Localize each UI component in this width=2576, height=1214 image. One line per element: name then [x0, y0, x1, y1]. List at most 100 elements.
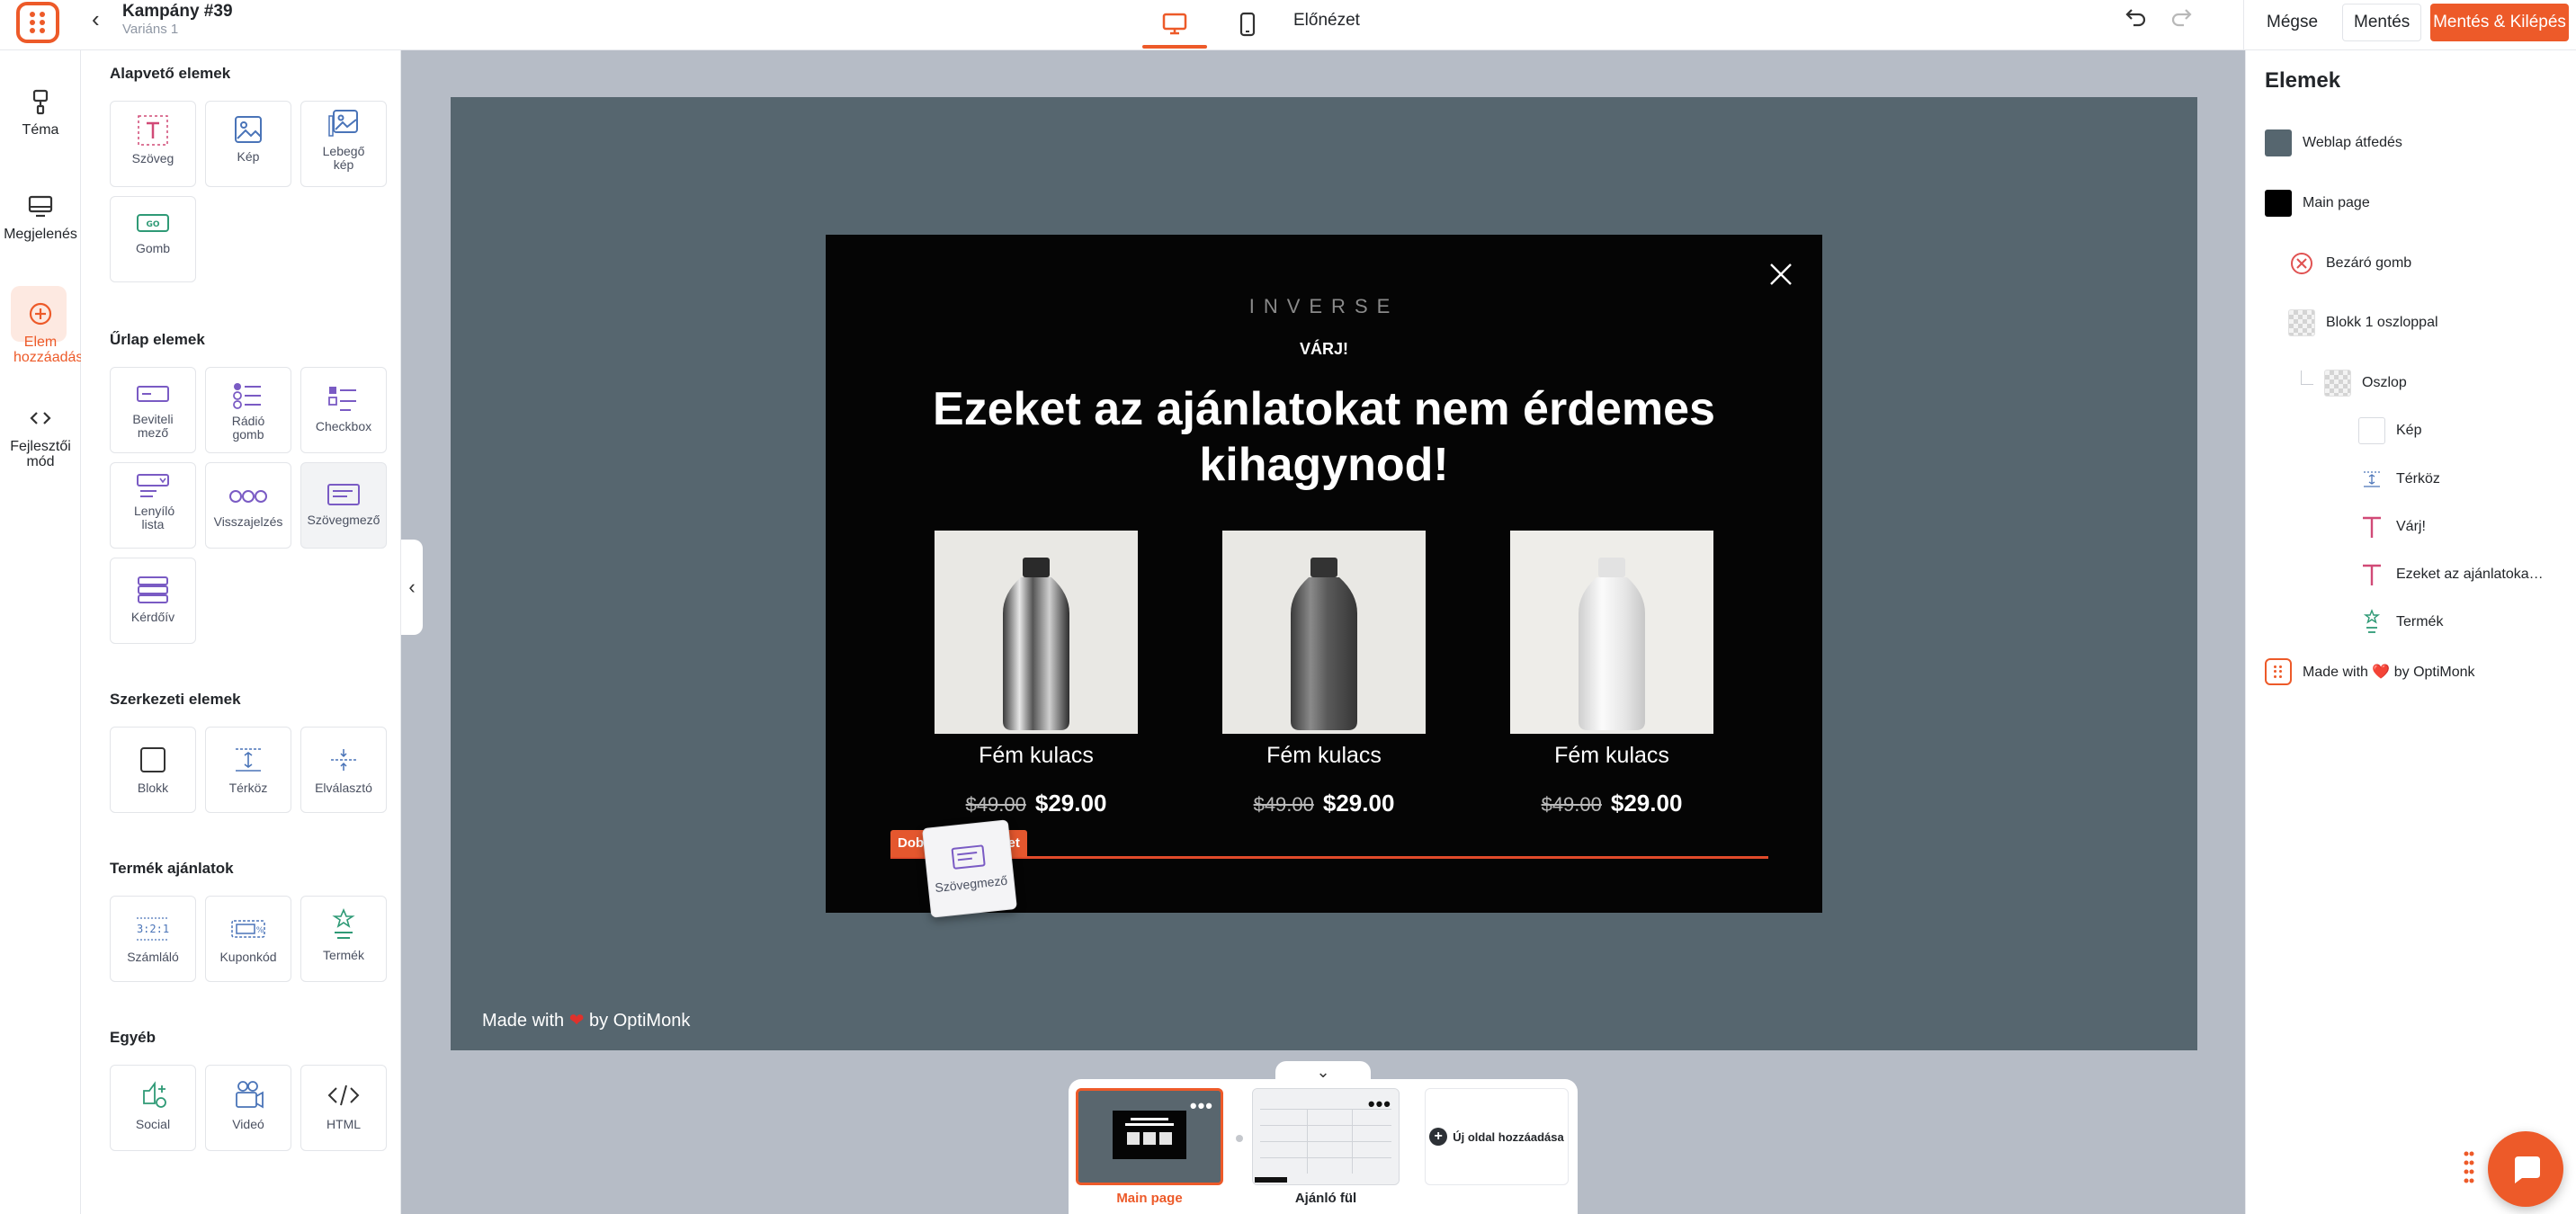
product-price[interactable]: $49.00 $29.00 [1510, 790, 1713, 817]
layer-label: Bezáró gomb [2326, 255, 2412, 271]
save-and-exit-button[interactable]: Mentés & Kilépés [2430, 4, 2569, 41]
layer-website-overlay[interactable]: Weblap átfedés [2265, 128, 2402, 158]
left-rail: Téma Megjelenés Elem hozzáadás Fejlesztő… [0, 50, 83, 1214]
made-with-optimonk-badge[interactable]: Made with ❤ by OptiMonk [482, 1009, 690, 1031]
layer-label: Oszlop [2362, 375, 2407, 390]
redo-icon[interactable] [2169, 5, 2193, 36]
layer-label: Termék [2396, 614, 2444, 629]
rail-label: Téma [22, 122, 59, 138]
dragged-textarea-element[interactable]: Szövegmező [922, 819, 1017, 918]
button-icon: GO [137, 214, 169, 232]
collapse-panel-chevron-left-icon[interactable]: ‹ [401, 540, 423, 635]
element-divider[interactable]: Elválasztó [300, 727, 387, 813]
spacer-icon [236, 748, 261, 772]
svg-text:%: % [256, 926, 264, 935]
save-button[interactable]: Mentés [2342, 4, 2422, 41]
layer-block-one-column[interactable]: Blokk 1 oszloppal [2288, 308, 2438, 338]
element-coupon-code[interactable]: % Kuponkód [205, 896, 291, 982]
survey-icon [138, 576, 168, 603]
text-icon [2363, 516, 2381, 538]
rail-item-appearance[interactable]: Megjelenés [0, 192, 81, 243]
element-text[interactable]: Szöveg [110, 101, 196, 187]
rail-item-add-element[interactable]: Elem hozzáadás [0, 300, 83, 365]
color-swatch [2265, 190, 2292, 217]
element-counter[interactable]: 3:2:1 Számláló [110, 896, 196, 982]
rail-label: Megjelenés [4, 227, 77, 242]
go-badge-text: GO [146, 220, 159, 229]
popup-close-icon[interactable] [1766, 259, 1796, 290]
element-textarea[interactable]: Szövegmező [300, 462, 387, 549]
layer-image[interactable]: Kép [2358, 415, 2421, 446]
element-radio-button[interactable]: Rádió gomb [205, 367, 291, 453]
undo-icon[interactable] [2124, 5, 2148, 36]
new-price: $29.00 [1034, 790, 1107, 817]
element-image[interactable]: Kép [205, 101, 291, 187]
element-button[interactable]: GO Gomb [110, 196, 196, 282]
element-dropdown[interactable]: Lenyíló lista [110, 462, 196, 549]
old-price: $49.00 [1541, 793, 1602, 816]
element-input-field[interactable]: Beviteli mező [110, 367, 196, 453]
layer-column[interactable]: Oszlop [2324, 368, 2407, 398]
product-name[interactable]: Fém kulacs [1510, 743, 1713, 769]
layer-main-page[interactable]: Main page [2265, 188, 2370, 219]
product-name[interactable]: Fém kulacs [1222, 743, 1426, 769]
product-price[interactable]: $49.00 $29.00 [1222, 790, 1426, 817]
layer-label: Ezeket az ajánlatoka… [2396, 567, 2544, 582]
rail-item-theme[interactable]: Téma [0, 88, 81, 138]
product-image[interactable] [935, 531, 1138, 734]
rail-item-developer-mode[interactable]: Fejlesztői mód [0, 405, 81, 469]
drag-handle-icon[interactable] [2463, 1149, 2475, 1187]
section-title: Termék ajánlatok [110, 860, 234, 877]
cancel-button[interactable]: Mégse [2256, 4, 2330, 41]
element-floating-image[interactable]: Lebegő kép [300, 101, 387, 187]
layer-label: Blokk 1 oszloppal [2326, 315, 2438, 330]
plus-icon: + [1429, 1128, 1448, 1146]
layer-text-varj[interactable]: Várj! [2358, 512, 2426, 542]
layer-close-button[interactable]: Bezáró gomb [2288, 248, 2411, 279]
brand-logo[interactable]: INVERSE [826, 295, 1822, 318]
layer-spacer[interactable]: Térköz [2358, 464, 2440, 495]
old-price: $49.00 [965, 793, 1026, 816]
add-page-button[interactable]: + Új oldal hozzáadása [1425, 1088, 1569, 1185]
page-thumbnail-teaser[interactable]: ••• [1252, 1088, 1400, 1185]
drag-item-label: Szövegmező [934, 872, 1008, 896]
element-checkbox[interactable]: Checkbox [300, 367, 387, 453]
checkbox-icon [328, 387, 356, 411]
mobile-view-button[interactable] [1225, 0, 1270, 49]
bottle-image [1510, 531, 1713, 734]
element-html[interactable]: HTML [300, 1065, 387, 1151]
layer-label: Made with ❤️ by OptiMonk [2303, 665, 2475, 680]
element-feedback[interactable]: Visszajelzés [205, 462, 291, 549]
page-options-icon[interactable]: ••• [1368, 1093, 1391, 1116]
element-social[interactable]: Social [110, 1065, 196, 1151]
popup-headline[interactable]: Ezeket az ajánlatokat nem érdemes kihagy… [826, 381, 1822, 493]
back-arrow-icon[interactable]: ‹ [92, 7, 112, 32]
popup-eyebrow[interactable]: VÁRJ! [826, 340, 1822, 359]
chat-support-button[interactable] [2488, 1131, 2563, 1207]
element-video[interactable]: Videó [205, 1065, 291, 1151]
page-label-main[interactable]: Main page [1076, 1191, 1223, 1206]
tree-connector [2301, 370, 2313, 385]
active-device-indicator [1142, 45, 1207, 49]
layer-text-headline[interactable]: Ezeket az ajánlatoka… [2358, 559, 2544, 590]
desktop-view-button[interactable] [1142, 0, 1207, 49]
element-product[interactable]: Termék [300, 896, 387, 982]
product-price[interactable]: $49.00 $29.00 [935, 790, 1138, 817]
product-image[interactable] [1222, 531, 1426, 734]
page-options-icon[interactable]: ••• [1190, 1094, 1213, 1118]
page-label-teaser[interactable]: Ajánló fül [1252, 1191, 1400, 1206]
element-spacer[interactable]: Térköz [205, 727, 291, 813]
preview-button[interactable]: Előnézet [1293, 11, 1360, 31]
variant-name: Variáns 1 [122, 22, 179, 37]
section-title: Űrlap elemek [110, 331, 205, 348]
desktop-icon [1162, 13, 1187, 35]
product-image[interactable] [1510, 531, 1713, 734]
optimonk-logo-icon[interactable] [16, 2, 59, 43]
layer-made-with-optimonk[interactable]: Made with ❤️ by OptiMonk [2265, 656, 2475, 687]
element-survey[interactable]: Kérdőív [110, 558, 196, 644]
element-block[interactable]: Blokk [110, 727, 196, 813]
product-name[interactable]: Fém kulacs [935, 743, 1138, 769]
layer-product[interactable]: Termék [2358, 607, 2443, 638]
section-title: Szerkezeti elemek [110, 691, 241, 708]
page-thumbnail-main[interactable]: ••• [1076, 1088, 1223, 1185]
